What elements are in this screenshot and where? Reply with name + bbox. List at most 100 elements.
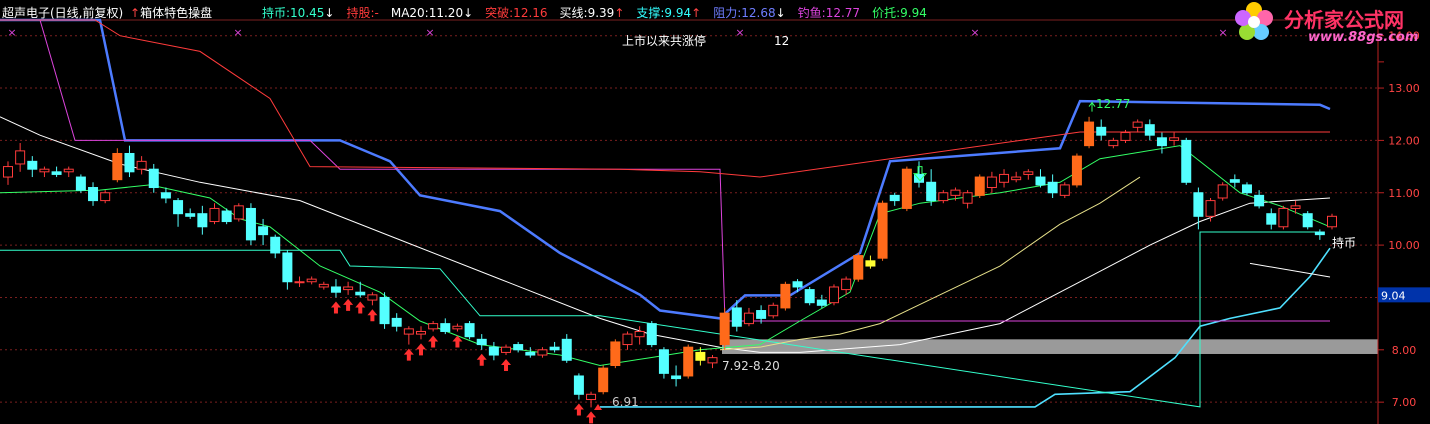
candle-body xyxy=(1241,184,1252,194)
indicator-item: 突破:12.16 xyxy=(485,6,548,20)
candle-body xyxy=(828,286,839,304)
candle-body xyxy=(124,152,135,173)
up-arrow-icon: ↑ xyxy=(691,6,702,20)
candle-body xyxy=(841,278,852,291)
price-box-band xyxy=(722,339,1378,354)
candle-body xyxy=(610,341,621,367)
candle-body xyxy=(938,192,949,202)
candle-body xyxy=(537,349,548,356)
candle-body xyxy=(221,210,232,223)
candle-body xyxy=(865,260,876,267)
candle-body xyxy=(1229,179,1240,183)
indicator-item: 钓鱼:12.77 xyxy=(797,6,861,20)
candle-body xyxy=(658,349,669,374)
candle-body xyxy=(306,278,317,283)
logo: 分析家公式网 www.88gs.com xyxy=(1232,0,1430,52)
candle-body xyxy=(1254,194,1265,207)
candle-body xyxy=(88,187,99,202)
high-up-arrow-icon xyxy=(1088,101,1096,112)
candle-body xyxy=(586,393,597,401)
buy-arrow-icon xyxy=(403,348,414,361)
candle-body xyxy=(209,207,220,223)
candle-body xyxy=(671,375,682,380)
candle-body xyxy=(974,176,985,196)
candle-body xyxy=(1144,124,1155,136)
buy-arrow-icon xyxy=(501,359,512,372)
down-arrow-icon: ↓ xyxy=(775,6,786,20)
candle-body xyxy=(1156,137,1167,147)
candle-body xyxy=(1047,181,1058,194)
candle-body xyxy=(391,317,402,327)
candle-body xyxy=(464,323,475,338)
limit-up-marker-icon: × xyxy=(233,26,242,39)
candle-body xyxy=(719,312,730,346)
limit-up-marker-icon: × xyxy=(7,26,16,39)
kline-chart[interactable]: ×××××× 14.0013.0012.0011.0010.009.008.00… xyxy=(0,0,1430,424)
price-axis: 14.0013.0012.0011.0010.009.008.007.009.0… xyxy=(1377,20,1430,424)
candle-body xyxy=(63,168,74,173)
candle-body xyxy=(743,312,754,325)
candle-body xyxy=(488,346,499,356)
candle-body xyxy=(816,299,827,306)
logo-url: www.88gs.com xyxy=(1308,30,1419,45)
candle-body xyxy=(707,357,718,364)
limit-up-marker-icon: × xyxy=(735,26,744,39)
candle-body xyxy=(1071,155,1082,186)
indicator-values: 持币:10.45↓ 持股:- MA20:11.20↓ 突破:12.16 买线:9.39↑… xyxy=(262,4,939,21)
axis-tick-label: 13.00 xyxy=(1388,82,1420,95)
candle-body xyxy=(3,166,13,178)
indicator-item: 持股:- xyxy=(346,6,379,20)
candle-body xyxy=(561,338,572,361)
candle-body xyxy=(877,202,888,259)
candle-body xyxy=(1278,207,1289,228)
limit-up-marker-icon: × xyxy=(1218,26,1227,39)
candle-body xyxy=(901,168,912,209)
candle-body xyxy=(1302,213,1313,228)
low-label: 6.91 xyxy=(612,395,639,409)
candle-body xyxy=(355,291,366,296)
buy-arrow-icon xyxy=(355,301,366,314)
buy-arrow-icon xyxy=(476,353,487,366)
indicator-item: 价托:9.94 xyxy=(872,6,927,20)
candle-body xyxy=(173,200,184,215)
down-arrow-icon: ↓ xyxy=(324,6,335,20)
candle-body xyxy=(185,213,196,217)
candle-body xyxy=(51,171,62,175)
candle-body xyxy=(476,338,487,346)
candle-body xyxy=(112,152,123,181)
candle-body xyxy=(962,192,973,204)
candle-body xyxy=(1169,137,1180,141)
current-price-label: 9.04 xyxy=(1381,289,1406,302)
buy-arrow-icon xyxy=(367,309,378,322)
candle-body xyxy=(768,304,779,317)
candle-body xyxy=(428,323,439,330)
buy-arrow-icon xyxy=(586,411,597,424)
axis-tick-label: 8.00 xyxy=(1392,344,1417,357)
candle-body xyxy=(282,252,293,283)
down-arrow-icon: ↓ xyxy=(463,6,474,20)
candle-body xyxy=(513,344,524,351)
candle-body xyxy=(853,255,864,280)
candle-body xyxy=(330,286,341,293)
candle-body xyxy=(343,286,354,291)
candle-body xyxy=(646,323,657,346)
candle-body xyxy=(1120,132,1131,141)
candle-body xyxy=(598,367,609,393)
candle-body xyxy=(1011,176,1022,181)
candle-body xyxy=(999,173,1010,183)
candle-body xyxy=(318,283,329,288)
candle-body xyxy=(245,207,256,241)
candle-body xyxy=(197,213,208,228)
candle-body xyxy=(780,283,791,309)
candle-body xyxy=(452,325,463,330)
candle-body xyxy=(1314,231,1325,236)
series-holdcash-line xyxy=(0,231,1320,408)
axis-tick-label: 7.00 xyxy=(1392,396,1417,409)
series-MA20 xyxy=(0,116,1331,353)
candle-body xyxy=(1084,121,1095,147)
candle-body xyxy=(27,160,38,170)
candle-body xyxy=(148,168,159,189)
axis-tick-label: 10.00 xyxy=(1388,239,1420,252)
candle-body xyxy=(889,194,900,202)
up-arrow-icon: ↑ xyxy=(614,6,625,20)
